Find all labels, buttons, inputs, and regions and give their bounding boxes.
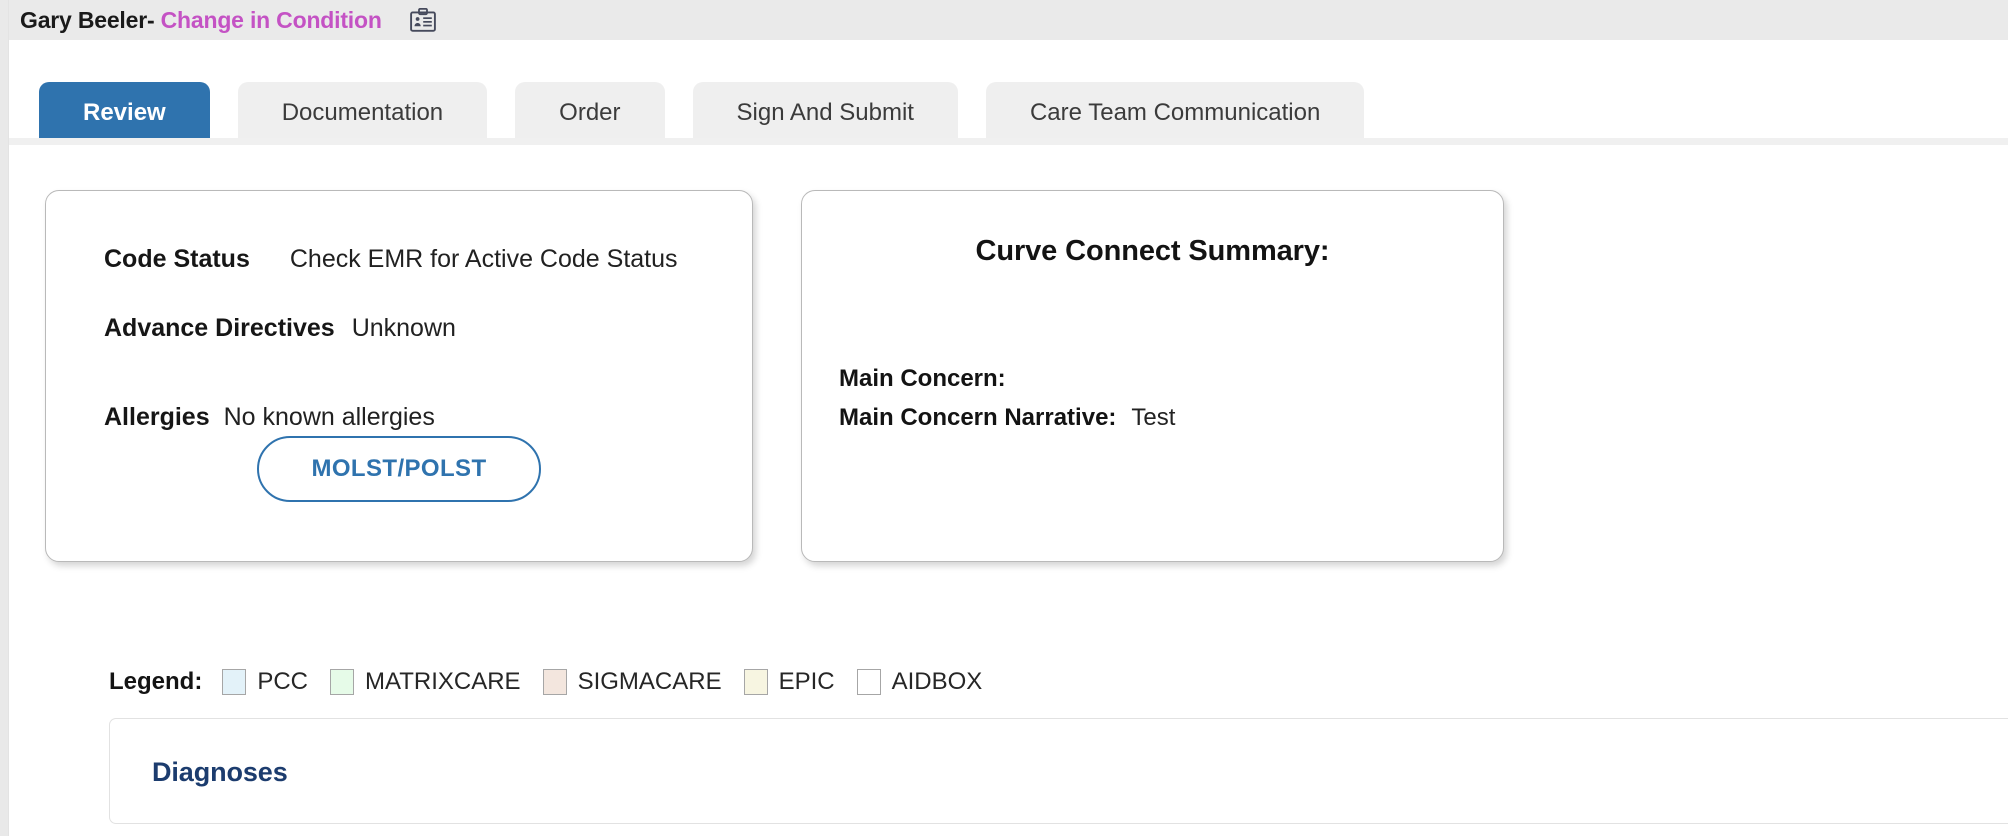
legend-label-sigmacare: SIGMACARE (577, 668, 722, 695)
legend-swatch-pcc (222, 669, 247, 695)
tab-sign-and-submit[interactable]: Sign And Submit (692, 82, 958, 144)
advance-directives-row: Advance Directives Unknown (46, 314, 752, 343)
tab-care-team-communication[interactable]: Care Team Communication (985, 82, 1365, 144)
diagnoses-panel-title: Diagnoses (152, 757, 288, 787)
allergies-row: Allergies No known allergies (46, 403, 752, 432)
legend-swatch-sigmacare (542, 669, 567, 695)
allergies-label: Allergies (104, 403, 210, 431)
main-concern-label: Main Concern: (839, 365, 1006, 392)
advance-directives-label: Advance Directives (104, 314, 335, 342)
tab-documentation-label: Documentation (281, 99, 444, 126)
tab-review-label: Review (83, 99, 166, 126)
main-concern-row: Main Concern: (839, 359, 1483, 398)
main-concern-narrative-value: Test (1131, 404, 1176, 431)
encounter-type: Change in Condition (160, 6, 382, 33)
tab-sign-and-submit-label: Sign And Submit (736, 99, 914, 126)
legend-label-epic: EPIC (778, 668, 835, 695)
code-status-value: Check EMR for Active Code Status (289, 245, 678, 273)
page-title: Gary Beeler- Change in Condition (20, 7, 382, 34)
code-status-row: Code Status Check EMR for Active Code St… (46, 245, 752, 274)
legend-swatch-epic (743, 669, 768, 695)
main-concern-narrative-label: Main Concern Narrative: (839, 404, 1117, 431)
main-concern-narrative-row: Main Concern Narrative: Test (839, 398, 1483, 437)
id-badge-icon[interactable] (408, 5, 438, 35)
legend-swatch-matrixcare (330, 669, 354, 695)
legend-swatch-aidbox (856, 669, 881, 695)
legend-item-aidbox: AIDBOX (856, 668, 983, 696)
code-status-label: Code Status (104, 245, 250, 273)
molst-button-wrapper: MOLST/POLST (46, 436, 752, 502)
tab-list: Review Documentation Order Sign And Subm… (39, 68, 1392, 144)
patient-name: Gary Beeler (20, 6, 147, 33)
tab-order-label: Order (559, 99, 621, 126)
advance-directives-value: Unknown (351, 314, 456, 342)
tab-order[interactable]: Order (515, 82, 665, 144)
tab-documentation[interactable]: Documentation (237, 82, 488, 144)
tab-care-team-communication-label: Care Team Communication (1029, 99, 1321, 126)
curve-connect-summary-title: Curve Connect Summary: (975, 235, 1330, 267)
patient-status-card: Code Status Check EMR for Active Code St… (45, 190, 753, 562)
molst-polst-button[interactable]: MOLST/POLST (257, 436, 541, 502)
legend-label-matrixcare: MATRIXCARE (365, 668, 521, 695)
source-legend: Legend: PCC MATRIXCARE SIGMACARE EPIC AI… (109, 668, 1004, 696)
app-root: Gary Beeler- Change in Condition Review … (0, 0, 2008, 836)
legend-item-epic: EPIC (743, 668, 835, 696)
tab-review[interactable]: Review (39, 82, 210, 144)
legend-item-matrixcare: MATRIXCARE (330, 668, 521, 696)
allergies-value: No known allergies (223, 403, 435, 431)
page-header: Gary Beeler- Change in Condition (9, 0, 2008, 40)
title-separator: - (146, 6, 155, 33)
tab-bar-underline (9, 138, 2008, 145)
curve-connect-summary-body: Main Concern: Main Concern Narrative: Te… (839, 359, 1483, 437)
curve-connect-summary-card: Curve Connect Summary: Main Concern: Mai… (801, 190, 1504, 562)
legend-item-pcc: PCC (222, 668, 308, 696)
legend-title: Legend: (109, 668, 203, 695)
legend-label-aidbox: AIDBOX (891, 668, 983, 695)
tab-bar: Review Documentation Order Sign And Subm… (9, 40, 2008, 144)
left-gutter (0, 0, 9, 836)
diagnoses-panel[interactable]: Diagnoses (109, 718, 2008, 824)
summary-cards-row: Code Status Check EMR for Active Code St… (45, 190, 1504, 562)
review-tab-panel: Code Status Check EMR for Active Code St… (9, 145, 2008, 836)
legend-item-sigmacare: SIGMACARE (542, 668, 722, 696)
legend-label-pcc: PCC (257, 668, 308, 695)
